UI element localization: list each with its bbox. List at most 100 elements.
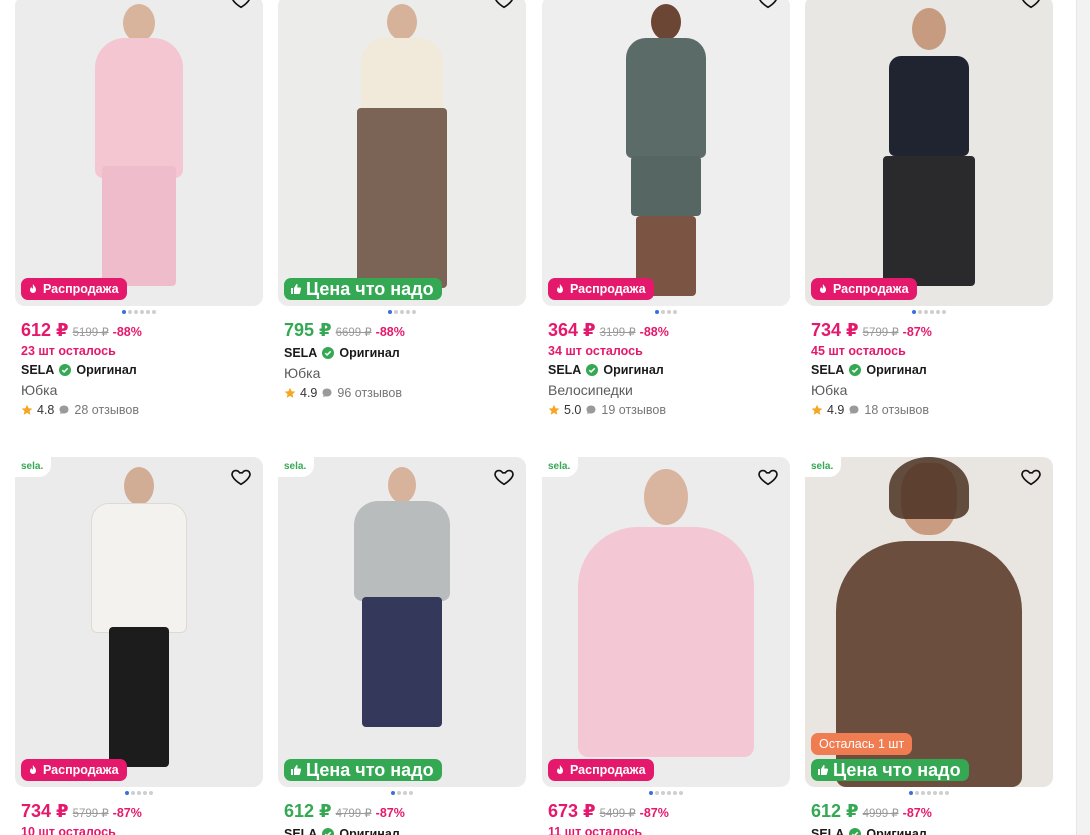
product-photo[interactable]: sela. Распродажа [15,457,263,787]
thumb-up-icon [818,765,829,775]
discount: -87% [375,806,405,820]
thumb-up-icon [291,765,302,775]
heart-icon[interactable] [229,465,253,489]
star-icon [284,387,296,398]
price-row: 734 ₽ 5799 ₽ -87% [21,801,263,822]
price-row: 795 ₽ 6699 ₽ -88% [284,320,526,341]
badge-stack: Распродажа [548,278,654,300]
product-photo[interactable]: Цена что надо [278,0,526,306]
product-card[interactable]: sela. Осталась 1 шт Цена что надо 612 ₽ … [805,457,1053,835]
pink-sweater [578,527,754,757]
model-head [912,8,946,50]
black-top [889,56,969,156]
rating-row[interactable]: 4.9 96 отзывов [284,386,526,400]
price-row: 612 ₽ 4999 ₽ -87% [811,801,1053,822]
model-head [124,467,154,505]
badge-stack: Распродажа [548,759,654,781]
category[interactable]: Велосипедки [548,382,790,398]
pink-skirt [102,166,176,286]
model-hair [889,457,969,519]
sale-badge: Распродажа [21,278,127,300]
fire-icon [820,284,826,293]
category[interactable]: Юбка [811,382,1053,398]
star-icon [811,404,823,415]
discount: -88% [112,325,142,339]
stock-left: 10 шт осталось [21,825,116,835]
verified-check-icon [849,364,862,376]
price-badge: Цена что надо [284,278,442,300]
scrollbar[interactable] [1076,0,1090,835]
heart-icon[interactable] [492,0,516,12]
badge-stack: Цена что надо [284,759,442,781]
photo-dots [15,310,263,316]
category[interactable]: Юбка [21,382,263,398]
model-head [387,4,417,40]
product-photo[interactable]: sela. Распродажа [542,457,790,787]
badge-stack: Цена что надо [284,278,442,300]
brand-logo: sela. [278,457,315,477]
heart-icon[interactable] [1019,0,1043,12]
product-card[interactable]: Распродажа 734 ₽ 5799 ₽ -87% 45 шт остал… [805,0,1053,417]
sale-badge: Распродажа [21,759,127,781]
product-card[interactable]: sela. Распродажа 673 ₽ 5499 ₽ -87% 11 шт… [542,457,790,835]
old-price: 5199 ₽ [72,327,109,339]
fire-icon [30,284,36,293]
product-card[interactable]: sela. Распродажа 734 ₽ 5799 ₽ -87% 10 шт… [15,457,263,835]
rating-row[interactable]: 4.8 28 отзывов [21,403,263,417]
brand-row[interactable]: SELA Оригинал [811,363,1053,377]
brand-name: SELA [284,827,318,835]
product-photo[interactable]: sela. Осталась 1 шт Цена что надо [805,457,1053,787]
discount: -87% [112,806,142,820]
model-head [644,469,688,525]
brown-skirt [357,108,447,288]
product-photo[interactable]: Распродажа [15,0,263,306]
brand-row[interactable]: SELA Оригинал [811,827,1053,835]
heart-icon[interactable] [229,0,253,12]
product-photo[interactable]: Распродажа [805,0,1053,306]
photo-dots [15,791,263,797]
badge-stack: Распродажа [811,278,917,300]
stock-badge: Осталась 1 шт [811,733,913,755]
discount: -87% [902,325,932,339]
blue-skirt [362,597,442,727]
old-price: 6699 ₽ [335,327,372,339]
photo-dots [542,791,790,797]
brand-row[interactable]: SELA Оригинал [548,363,790,377]
photo-dots [805,310,1053,316]
product-photo[interactable]: sela. Цена что надо [278,457,526,787]
product-card[interactable]: Распродажа 364 ₽ 3199 ₽ -88% 34 шт остал… [542,0,790,417]
comment-icon [59,405,69,414]
brand-logo: sela. [15,457,52,477]
brand-row[interactable]: SELA Оригинал [284,346,526,360]
price-row: 612 ₽ 4799 ₽ -87% [284,801,526,822]
product-card[interactable]: Распродажа 612 ₽ 5199 ₽ -88% 23 шт остал… [15,0,263,417]
price: 612 ₽ [811,801,859,821]
brand-logo: sela. [805,457,842,477]
star-icon [21,404,33,415]
brand-row[interactable]: SELA Оригинал [284,827,526,835]
heart-icon[interactable] [756,465,780,489]
photo-dots [805,791,1053,797]
product-card[interactable]: sela. Цена что надо 612 ₽ 4799 ₽ -87% SE… [278,457,526,835]
brand-row[interactable]: SELA Оригинал [21,363,263,377]
price: 795 ₽ [284,320,332,340]
photo-dots [542,310,790,316]
category[interactable]: Юбка [284,365,526,381]
price: 734 ₽ [21,801,69,821]
price-row: 734 ₽ 5799 ₽ -87% [811,320,1053,341]
brand-name: SELA [548,363,582,377]
heart-icon[interactable] [492,465,516,489]
original-label: Оригинал [339,827,400,835]
verified-check-icon [59,364,72,376]
price-badge: Цена что надо [284,759,442,781]
price-row: 612 ₽ 5199 ₽ -88% [21,320,263,341]
heart-icon[interactable] [1019,465,1043,489]
product-photo[interactable]: Распродажа [542,0,790,306]
product-card[interactable]: Цена что надо 795 ₽ 6699 ₽ -88% SELA Ори… [278,0,526,400]
rating-row[interactable]: 4.9 18 отзывов [811,403,1053,417]
heart-icon[interactable] [756,0,780,12]
rating-row[interactable]: 5.0 19 отзывов [548,403,790,417]
reviews: 28 отзывов [74,403,139,417]
stock-left: 34 шт осталось [548,344,643,358]
badge-stack: Осталась 1 шт Цена что надо [811,733,969,781]
